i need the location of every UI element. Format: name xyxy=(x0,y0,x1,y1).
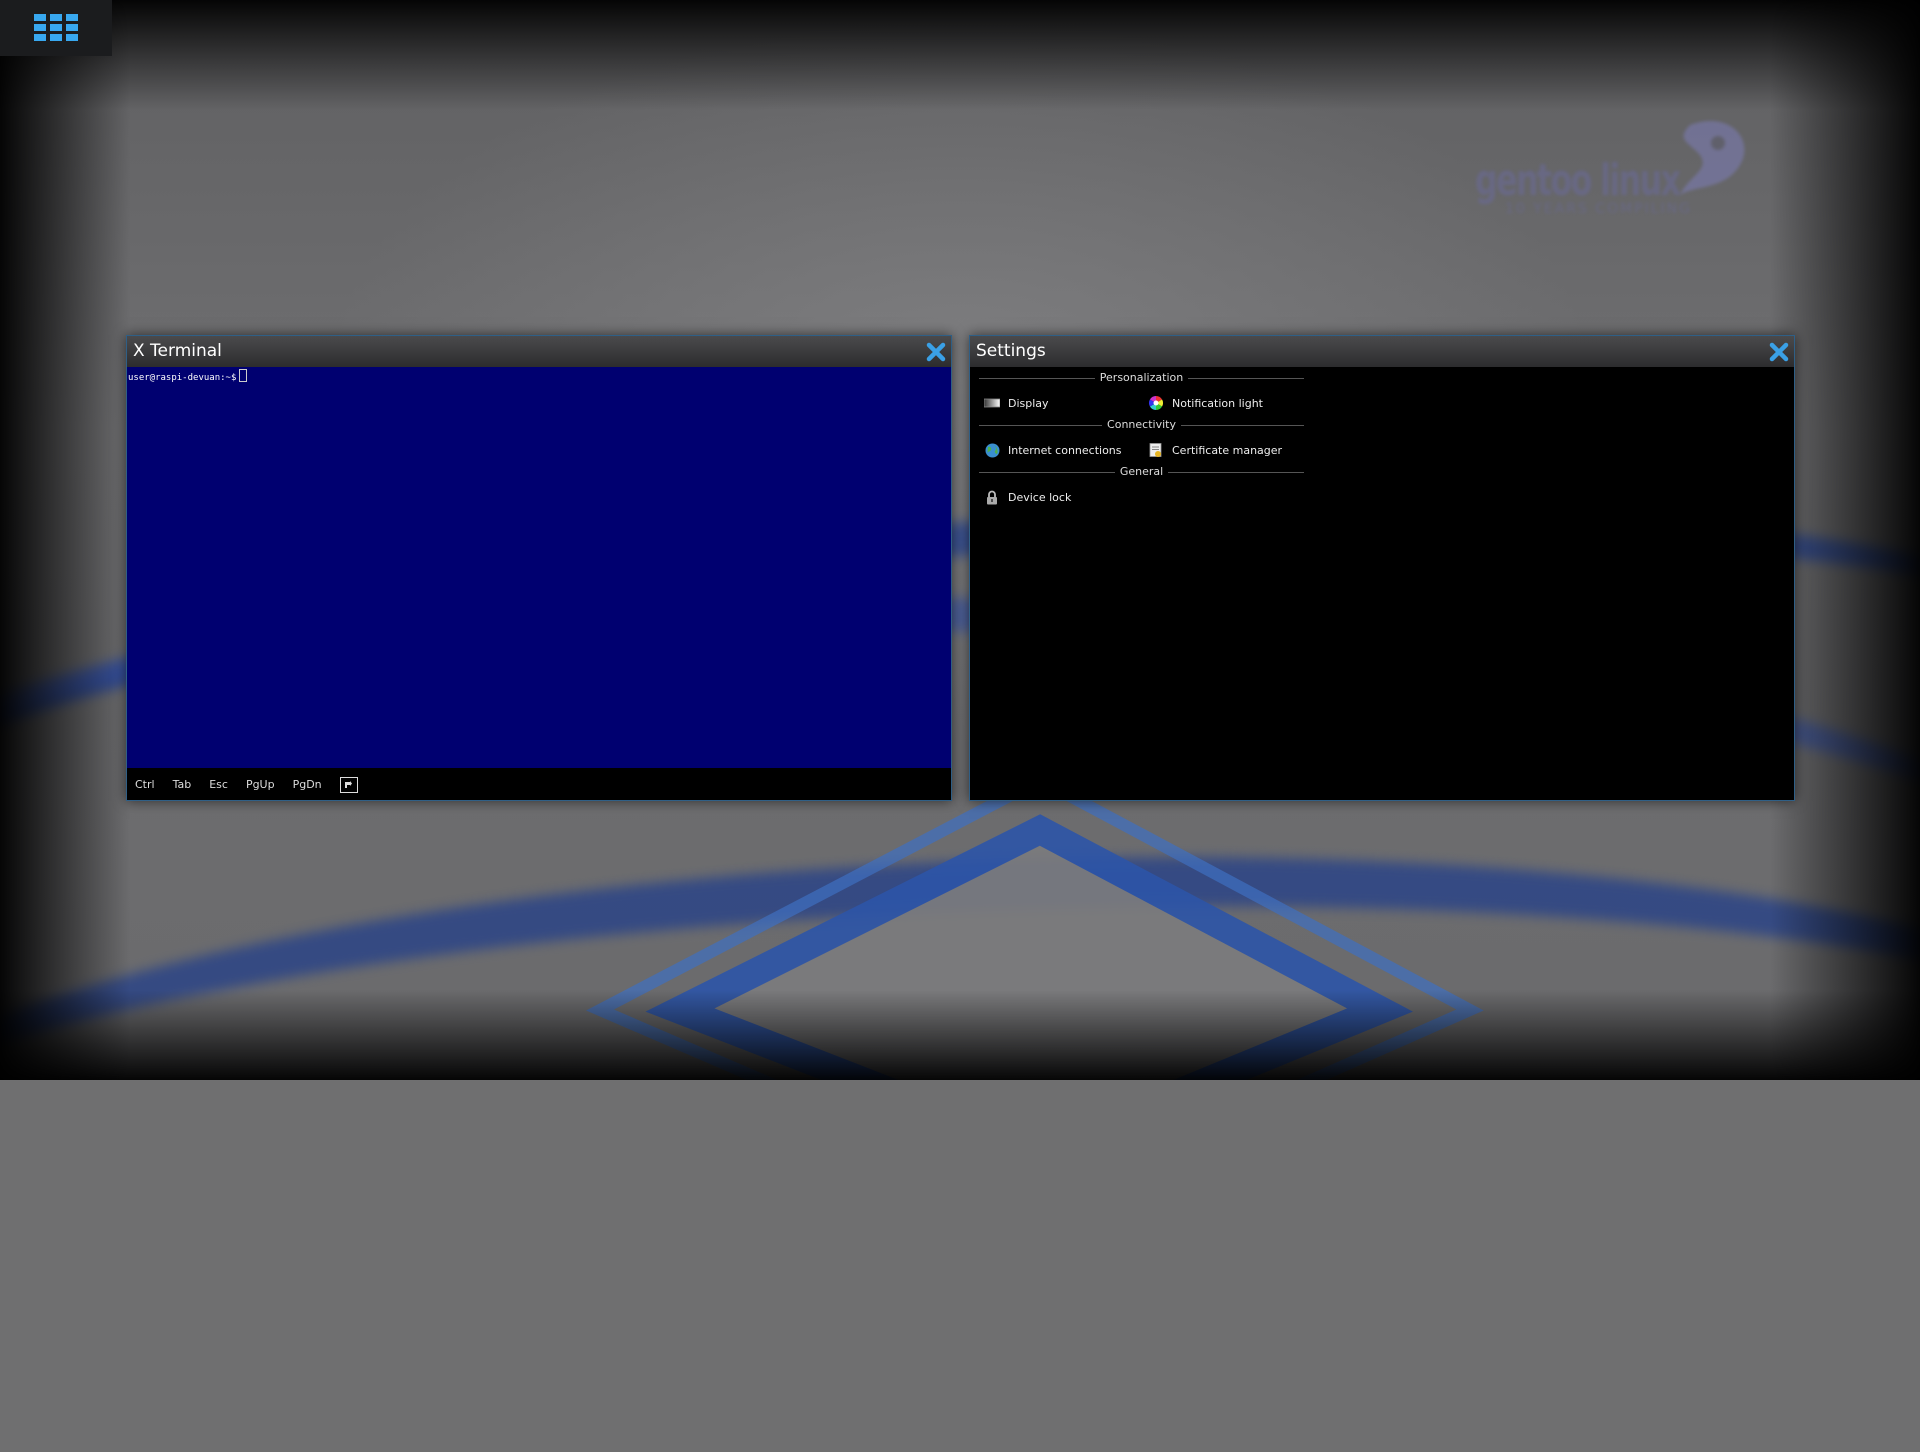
key-tab-button[interactable]: Tab xyxy=(173,778,192,791)
close-icon[interactable] xyxy=(925,341,947,363)
terminal-prompt: user@raspi-devuan:~$ xyxy=(128,369,248,383)
settings-item-device-lock[interactable]: Device lock xyxy=(984,489,1071,505)
notification-light-icon xyxy=(1148,395,1164,411)
section-label: General xyxy=(1114,465,1169,478)
settings-window[interactable]: Settings Personalization Display Notific… xyxy=(969,335,1795,801)
certificate-icon xyxy=(1148,442,1164,458)
item-label: Notification light xyxy=(1172,396,1263,410)
gentoo-g-icon xyxy=(1680,120,1745,195)
settings-item-certificate-manager[interactable]: Certificate manager xyxy=(1148,442,1282,458)
section-header: Connectivity xyxy=(979,418,1304,431)
terminal-output[interactable]: user@raspi-devuan:~$ xyxy=(127,367,951,768)
window-title: X Terminal xyxy=(133,341,222,361)
app-grid-icon xyxy=(34,14,78,41)
section-label: Connectivity xyxy=(1102,418,1181,431)
item-label: Display xyxy=(1008,396,1049,410)
terminal-titlebar[interactable]: X Terminal xyxy=(127,336,951,367)
key-pgdn-button[interactable]: PgDn xyxy=(293,778,322,791)
close-icon[interactable] xyxy=(1768,341,1790,363)
window-title: Settings xyxy=(976,341,1046,361)
settings-panel: Personalization Display Notification lig… xyxy=(970,367,1794,800)
text-cursor xyxy=(239,369,248,382)
keyboard-toggle-icon[interactable] xyxy=(339,776,358,793)
prompt-text: user@raspi-devuan:~$ xyxy=(128,373,237,383)
lock-icon xyxy=(984,489,1000,505)
section-header: Personalization xyxy=(979,371,1304,384)
display-icon xyxy=(984,395,1000,411)
gentoo-logo: gentoo linux 10 YEARS COMPILING xyxy=(1475,115,1745,225)
logo-subtext: 10 YEARS COMPILING xyxy=(1505,201,1692,217)
settings-item-display[interactable]: Display xyxy=(984,395,1049,411)
key-esc-button[interactable]: Esc xyxy=(209,778,228,791)
terminal-window[interactable]: X Terminal user@raspi-devuan:~$ Ctrl Tab… xyxy=(126,335,952,801)
item-label: Certificate manager xyxy=(1172,443,1283,457)
settings-titlebar[interactable]: Settings xyxy=(970,336,1794,367)
item-label: Internet connections xyxy=(1008,443,1122,457)
app-launcher-button[interactable] xyxy=(0,0,112,56)
key-ctrl-button[interactable]: Ctrl xyxy=(135,778,155,791)
logo-text: gentoo linux xyxy=(1475,155,1681,206)
terminal-keybar: Ctrl Tab Esc PgUp PgDn xyxy=(127,769,951,800)
section-header: General xyxy=(979,465,1304,478)
globe-icon xyxy=(984,442,1000,458)
settings-item-notification-light[interactable]: Notification light xyxy=(1148,395,1263,411)
settings-item-internet-connections[interactable]: Internet connections xyxy=(984,442,1122,458)
key-pgup-button[interactable]: PgUp xyxy=(246,778,275,791)
item-label: Device lock xyxy=(1008,490,1072,504)
section-label: Personalization xyxy=(1094,371,1189,384)
